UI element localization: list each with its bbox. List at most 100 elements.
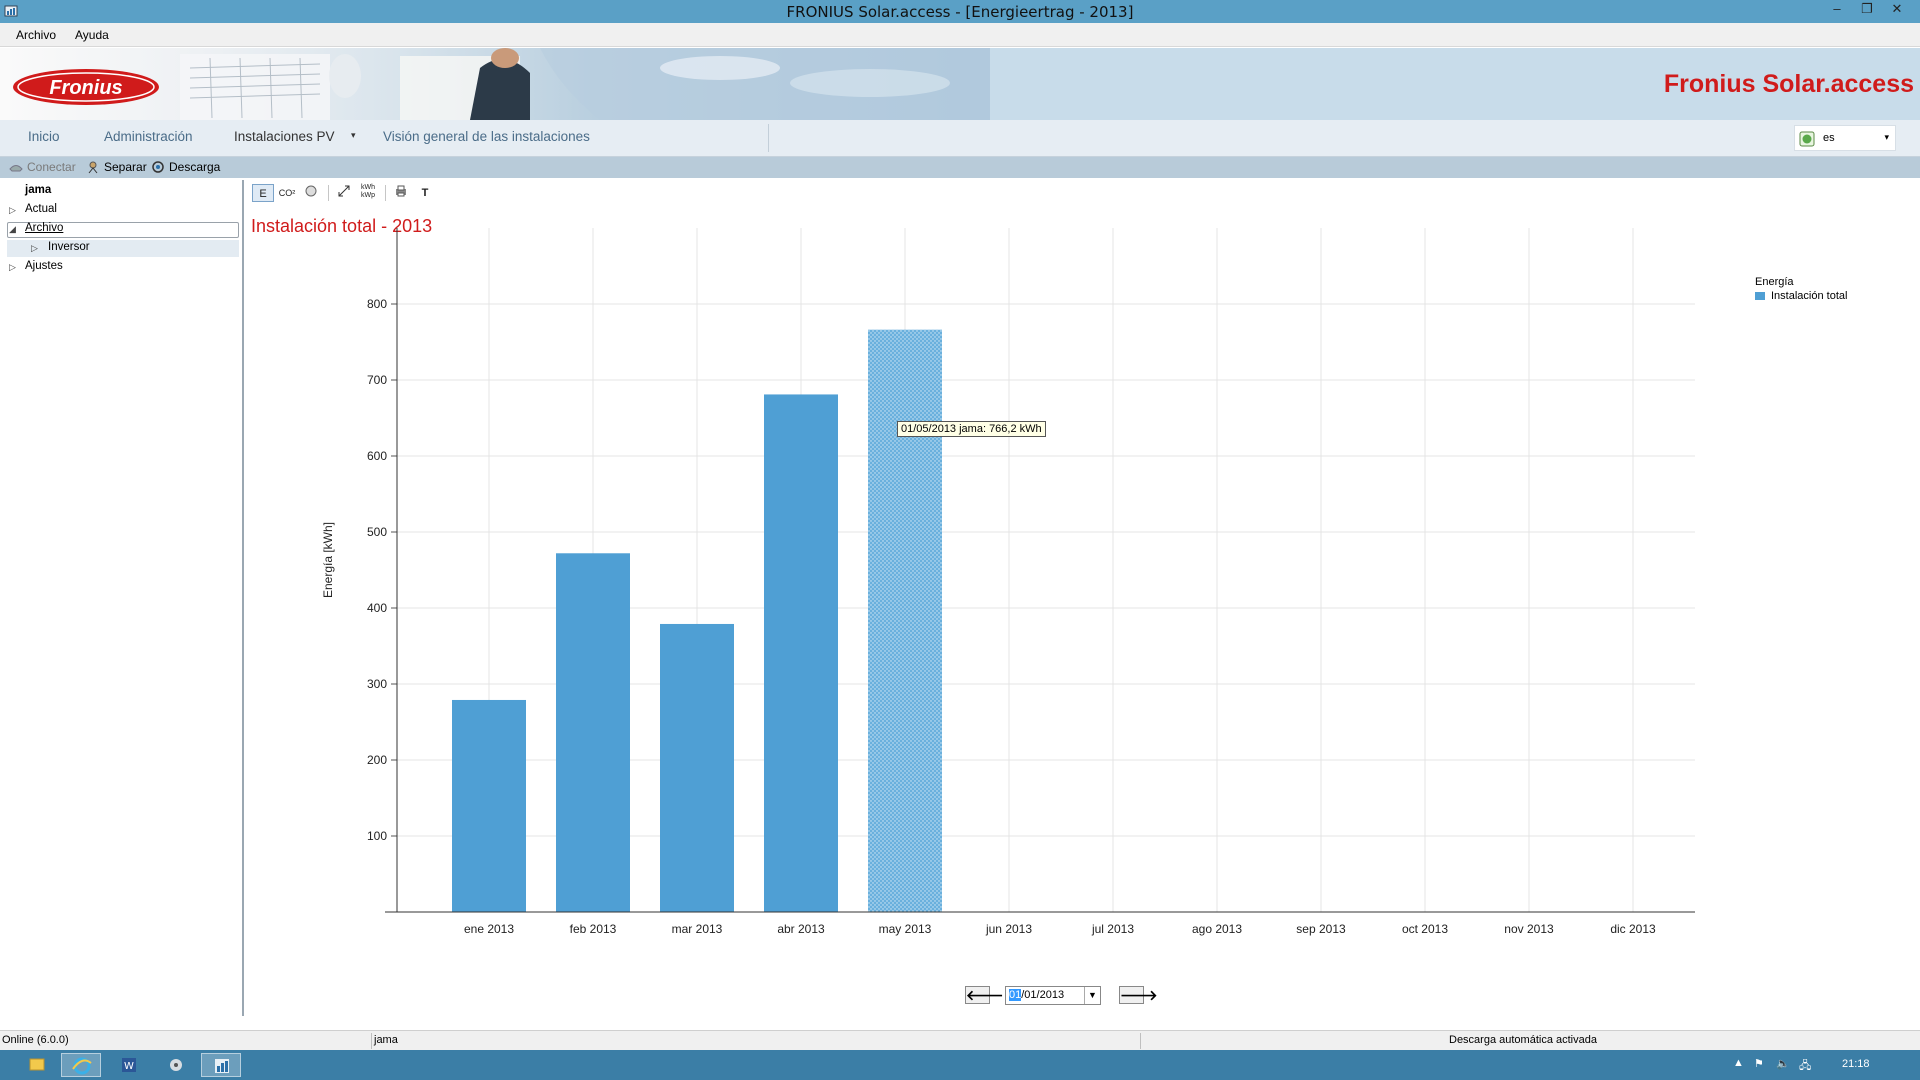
phone-icon xyxy=(9,165,23,172)
status-version: Online (6.0.0) xyxy=(2,1034,69,1046)
clock[interactable]: 21:18 xyxy=(1842,1058,1870,1070)
tree-item-inversor[interactable]: Inversor xyxy=(48,241,90,253)
status-bar: Online (6.0.0) jama Descarga automática … xyxy=(0,1030,1920,1050)
printer-icon xyxy=(396,185,406,197)
folder-icon xyxy=(29,1058,45,1071)
text-view-button[interactable]: T xyxy=(414,184,436,202)
menu-bar: Archivo Ayuda xyxy=(0,23,1920,47)
coin-icon xyxy=(305,185,317,197)
internet-explorer-icon xyxy=(72,1057,92,1075)
title-bar: FRONIUS Solar.access - [Energieertrag - … xyxy=(0,0,1920,23)
expand-icon[interactable]: ▷ xyxy=(31,243,38,254)
taskbar-media[interactable] xyxy=(156,1053,196,1077)
download-icon xyxy=(152,161,164,173)
date-day-selected: 01 xyxy=(1009,989,1022,1001)
expand-icon[interactable]: ▷ xyxy=(9,262,16,273)
nav-divider xyxy=(768,124,769,152)
y-tick-label: 100 xyxy=(367,829,387,843)
disconnect-button[interactable]: Separar xyxy=(85,160,147,174)
status-divider xyxy=(371,1033,372,1049)
y-tick-label: 800 xyxy=(367,297,387,311)
energy-chart: 100 200 300 400 500 600 700 800 ene 2013 feb 2013… xyxy=(246,220,1920,960)
window-title: FRONIUS Solar.access - [Energieertrag - … xyxy=(786,3,1134,21)
collapse-icon[interactable]: ◢ xyxy=(9,224,16,235)
tab-administracion[interactable]: Administración xyxy=(104,129,193,144)
header-banner: Fronius Fronius Solar.access xyxy=(0,48,1920,120)
flag-icon[interactable]: ⚑ xyxy=(1754,1057,1764,1070)
tree-root-jama[interactable]: jama xyxy=(25,184,51,196)
language-select[interactable]: es ▾ xyxy=(1794,125,1896,151)
legend-label: Instalación total xyxy=(1771,290,1848,302)
tree-item-archivo[interactable]: Archivo xyxy=(25,222,63,234)
chart-toolbar: E CO² kWh kWp T xyxy=(252,183,438,203)
x-tick-label: abr 2013 xyxy=(777,922,825,936)
x-tick-label: feb 2013 xyxy=(570,922,617,936)
fronius-logo: Fronius xyxy=(13,69,159,105)
taskbar-solar-access[interactable] xyxy=(201,1053,241,1077)
close-button[interactable]: ✕ xyxy=(1882,0,1912,20)
taskbar-ie[interactable] xyxy=(61,1053,101,1077)
network-icon[interactable]: 🖧 xyxy=(1799,1057,1811,1076)
date-value[interactable]: 01/01/2013 xyxy=(1009,989,1064,1001)
bar-abr-2013[interactable] xyxy=(764,394,838,912)
globe-icon xyxy=(1799,131,1815,147)
toolbar-separator xyxy=(385,185,386,201)
x-tick-label: dic 2013 xyxy=(1610,922,1656,936)
expand-icon[interactable]: ▷ xyxy=(9,205,16,216)
connect-button[interactable]: Conectar xyxy=(8,160,76,174)
legend-swatch xyxy=(1755,292,1765,300)
chart-app-icon xyxy=(215,1059,229,1073)
energy-view-button[interactable]: E xyxy=(252,184,274,202)
minimize-button[interactable]: – xyxy=(1822,0,1852,20)
status-divider xyxy=(1140,1033,1141,1049)
tab-dropdown-icon[interactable]: ▾ xyxy=(351,130,356,141)
tray-expand-icon[interactable]: ▲ xyxy=(1733,1057,1744,1069)
chevron-down-icon[interactable]: ▼ xyxy=(1084,987,1100,1004)
tree-subitem-highlight xyxy=(7,240,239,257)
disconnect-label: Separar xyxy=(104,160,147,174)
disconnect-icon xyxy=(88,161,98,174)
bar-feb-2013[interactable] xyxy=(556,553,630,912)
bar-mar-2013[interactable] xyxy=(660,623,734,912)
tree-item-actual[interactable]: Actual xyxy=(25,203,57,215)
word-icon: W xyxy=(122,1058,136,1072)
x-tick-label: ago 2013 xyxy=(1192,922,1242,936)
volume-icon[interactable]: 🔈 xyxy=(1776,1057,1790,1070)
restore-button[interactable]: ❐ xyxy=(1852,0,1882,20)
y-axis-label: Energía [kWh] xyxy=(321,522,335,598)
co2-view-button[interactable]: CO² xyxy=(276,184,298,202)
tab-inicio[interactable]: Inicio xyxy=(28,129,60,144)
x-tick-label: mar 2013 xyxy=(672,922,723,936)
date-picker[interactable]: 01/01/2013 ▼ xyxy=(1005,986,1101,1005)
bar-may-2013[interactable] xyxy=(868,329,942,912)
next-button[interactable]: 🡒 xyxy=(1119,986,1158,1004)
bar-tooltip: 01/05/2013 jama: 766,2 kWh xyxy=(897,421,1046,437)
svg-text:W: W xyxy=(124,1061,134,1072)
main-nav: Inicio Administración Instalaciones PV ▾… xyxy=(0,120,1920,157)
download-button[interactable]: Descarga xyxy=(150,160,220,174)
connect-label: Conectar xyxy=(27,160,76,174)
y-tick-label: 700 xyxy=(367,373,387,387)
currency-view-button[interactable] xyxy=(300,184,322,202)
kwp-view-button[interactable]: kWh kWp xyxy=(357,184,379,202)
download-label: Descarga xyxy=(169,160,221,174)
legend-entry[interactable]: Instalación total xyxy=(1755,290,1847,302)
brand-title: Fronius Solar.access xyxy=(1663,70,1914,98)
connection-toolbar: Conectar Separar Descarga xyxy=(0,157,1920,178)
expand-arrows-icon xyxy=(338,185,350,197)
x-tick-label: nov 2013 xyxy=(1504,922,1554,936)
print-button[interactable] xyxy=(390,184,412,202)
tab-instalaciones-pv[interactable]: Instalaciones PV xyxy=(234,129,335,144)
menu-archivo[interactable]: Archivo xyxy=(16,28,56,42)
y-tick-label: 400 xyxy=(367,601,387,615)
menu-ayuda[interactable]: Ayuda xyxy=(75,28,109,42)
taskbar-explorer[interactable] xyxy=(17,1053,57,1077)
taskbar-word[interactable]: W xyxy=(109,1053,149,1077)
status-plant: jama xyxy=(374,1034,398,1046)
previous-button[interactable]: 🡐 xyxy=(965,986,1004,1004)
tab-vision-general[interactable]: Visión general de las instalaciones xyxy=(383,129,590,144)
bar-ene-2013[interactable] xyxy=(452,699,526,912)
zoom-button[interactable] xyxy=(333,184,355,202)
y-tick-label: 200 xyxy=(367,753,387,767)
tree-item-ajustes[interactable]: Ajustes xyxy=(25,260,63,272)
